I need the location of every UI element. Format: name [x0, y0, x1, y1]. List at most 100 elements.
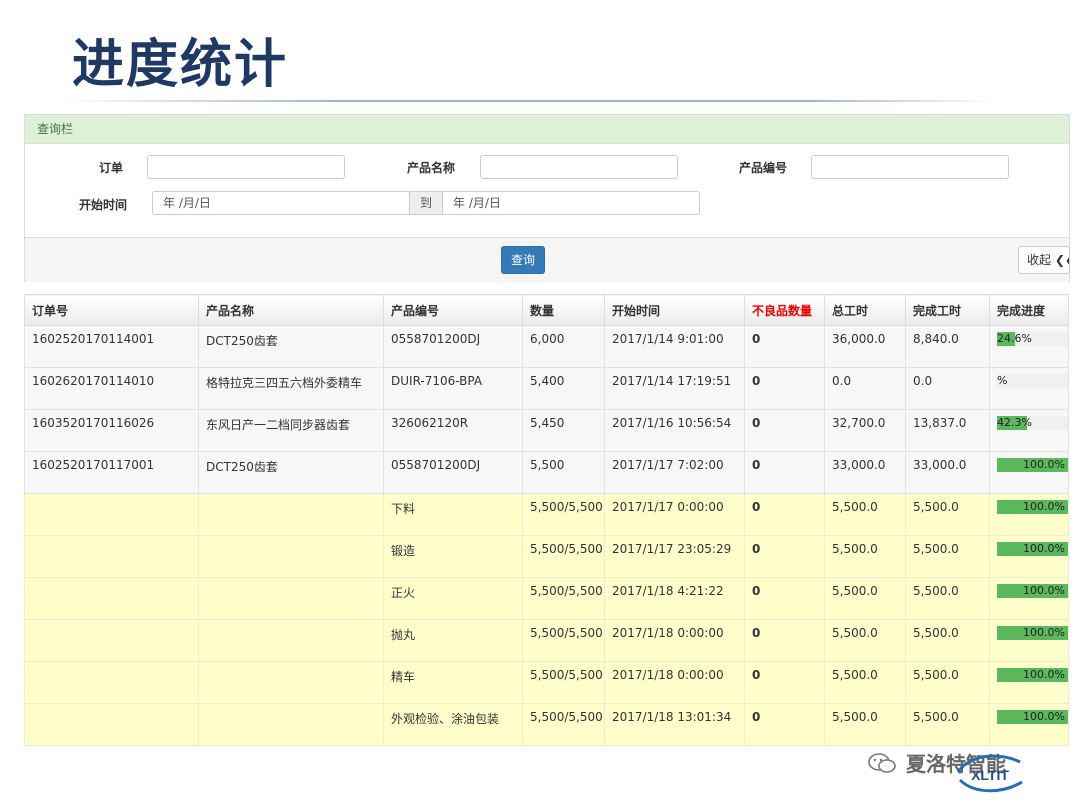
- progress-bar: 100.0%: [997, 626, 1068, 640]
- product-name-input[interactable]: [480, 155, 678, 179]
- start-time-cell: 2017/1/18 0:00:00: [604, 661, 745, 704]
- progress-label: 100.0%: [1023, 710, 1065, 723]
- start-time-label: 开始时间: [79, 198, 128, 212]
- col-product-code[interactable]: 产品编号: [383, 294, 523, 326]
- progress-cell: 100.0%: [989, 703, 1069, 746]
- done-hours-cell: 0.0: [905, 367, 990, 410]
- col-total-hours[interactable]: 总工时: [824, 294, 906, 326]
- query-button[interactable]: 查询: [501, 246, 545, 274]
- date-from-input[interactable]: 年 /月/日: [152, 191, 410, 215]
- progress-cell: 100.0%: [989, 619, 1069, 662]
- progress-bar: 100.0%: [997, 500, 1068, 514]
- product-name-cell: DCT250齿套: [198, 451, 384, 494]
- progress-label: 100.0%: [1023, 500, 1065, 513]
- progress-bar: 24.6%: [997, 332, 1068, 346]
- start-time-cell: 2017/1/18 0:00:00: [604, 619, 745, 662]
- product-name-cell: 格特拉克三四五六档外委精车: [198, 367, 384, 410]
- process-step-cell: 外观检验、涂油包装: [383, 703, 523, 746]
- quantity-cell: 5,500/5,500: [522, 577, 605, 620]
- defect-qty-cell: 0: [744, 577, 825, 620]
- quantity-cell: 5,500/5,500: [522, 703, 605, 746]
- product-code-input[interactable]: [811, 155, 1009, 179]
- order-row[interactable]: 1603520170116026 东风日产一二档同步器齿套 326062120R 5,…: [24, 409, 1069, 452]
- product-name-cell: 东风日产一二档同步器齿套: [198, 409, 384, 452]
- col-done-hours[interactable]: 完成工时: [905, 294, 990, 326]
- progress-cell: 100.0%: [989, 661, 1069, 704]
- quantity-cell: 5,400: [522, 367, 605, 410]
- col-product-name[interactable]: 产品名称: [198, 294, 384, 326]
- wechat-icon: [868, 753, 896, 773]
- progress-bar: %: [997, 374, 1068, 388]
- empty-cell: [24, 493, 199, 536]
- empty-cell: [24, 577, 199, 620]
- process-step-cell: 锻造: [383, 535, 523, 578]
- progress-cell: 100.0%: [989, 577, 1069, 620]
- start-time-cell: 2017/1/14 17:19:51: [604, 367, 745, 410]
- order-no-cell: 1603520170116026: [24, 409, 199, 452]
- empty-cell: [198, 493, 384, 536]
- quantity-cell: 5,450: [522, 409, 605, 452]
- done-hours-cell: 5,500.0: [905, 535, 990, 578]
- start-time-cell: 2017/1/14 9:01:00: [604, 325, 745, 368]
- empty-cell: [198, 535, 384, 578]
- total-hours-cell: 32,700.0: [824, 409, 906, 452]
- query-panel-header: 查询栏: [25, 115, 1069, 144]
- total-hours-cell: 5,500.0: [824, 661, 906, 704]
- query-panel-footer: 查询 收起 ❮❮: [25, 237, 1070, 282]
- progress-bar: 100.0%: [997, 542, 1068, 556]
- progress-label: 100.0%: [1023, 668, 1065, 681]
- col-progress[interactable]: 完成进度: [989, 294, 1069, 326]
- defect-qty-cell: 0: [744, 409, 825, 452]
- start-time-cell: 2017/1/18 4:21:22: [604, 577, 745, 620]
- progress-label: 100.0%: [1023, 458, 1065, 471]
- empty-cell: [198, 577, 384, 620]
- col-start-time[interactable]: 开始时间: [604, 294, 745, 326]
- order-input[interactable]: [147, 155, 345, 179]
- progress-cell: %: [989, 367, 1069, 410]
- quantity-cell: 5,500/5,500: [522, 619, 605, 662]
- defect-qty-cell: 0: [744, 661, 825, 704]
- svg-text:XLTIT: XLTIT: [971, 767, 1009, 783]
- done-hours-cell: 33,000.0: [905, 451, 990, 494]
- defect-qty-cell: 0: [744, 325, 825, 368]
- order-label: 订单: [99, 161, 124, 175]
- col-quantity[interactable]: 数量: [522, 294, 605, 326]
- progress-label: 100.0%: [1023, 584, 1065, 597]
- total-hours-cell: 33,000.0: [824, 451, 906, 494]
- xltit-logo: XLTIT: [956, 754, 1023, 793]
- quantity-cell: 5,500: [522, 451, 605, 494]
- product-code-label: 产品编号: [739, 161, 788, 175]
- product-code-cell: DUIR-7106-BPA: [383, 367, 523, 410]
- quantity-cell: 5,500/5,500: [522, 661, 605, 704]
- defect-qty-cell: 0: [744, 367, 825, 410]
- total-hours-cell: 5,500.0: [824, 535, 906, 578]
- process-row: 下料 5,500/5,500 2017/1/17 0:00:00 0 5,500.0 5,…: [24, 493, 1069, 536]
- progress-label: 100.0%: [1023, 542, 1065, 555]
- date-range-separator: 到: [409, 191, 443, 215]
- product-code-cell: 0558701200DJ: [383, 325, 523, 368]
- process-row: 精车 5,500/5,500 2017/1/18 0:00:00 0 5,500.0 5,…: [24, 661, 1069, 704]
- order-no-cell: 1602620170114010: [24, 367, 199, 410]
- empty-cell: [24, 619, 199, 662]
- product-name-label: 产品名称: [407, 161, 456, 175]
- start-time-cell: 2017/1/17 23:05:29: [604, 535, 745, 578]
- col-defect-qty[interactable]: 不良品数量: [744, 294, 825, 326]
- product-name-cell: DCT250齿套: [198, 325, 384, 368]
- col-order-no[interactable]: 订单号: [24, 294, 199, 326]
- date-to-input[interactable]: 年 /月/日: [442, 191, 700, 215]
- progress-cell: 100.0%: [989, 451, 1069, 494]
- progress-label: 100.0%: [1023, 626, 1065, 639]
- process-row: 抛丸 5,500/5,500 2017/1/18 0:00:00 0 5,500.0 5,…: [24, 619, 1069, 662]
- query-panel: 查询栏 订单 产品名称 产品编号 开始时间 年 /月/日 到 年 /月/日 查询…: [24, 114, 1070, 282]
- process-step-cell: 精车: [383, 661, 523, 704]
- total-hours-cell: 0.0: [824, 367, 906, 410]
- progress-cell: 100.0%: [989, 493, 1069, 536]
- done-hours-cell: 13,837.0: [905, 409, 990, 452]
- order-row[interactable]: 1602620170114010 格特拉克三四五六档外委精车 DUIR-7106-B…: [24, 367, 1069, 410]
- collapse-button[interactable]: 收起 ❮❮: [1018, 246, 1070, 274]
- progress-label: 42.3%: [997, 416, 1032, 429]
- order-no-cell: 1602520170114001: [24, 325, 199, 368]
- order-row[interactable]: 1602520170114001 DCT250齿套 0558701200DJ 6,00…: [24, 325, 1069, 368]
- defect-qty-cell: 0: [744, 535, 825, 578]
- order-row[interactable]: 1602520170117001 DCT250齿套 0558701200DJ 5,50…: [24, 451, 1069, 494]
